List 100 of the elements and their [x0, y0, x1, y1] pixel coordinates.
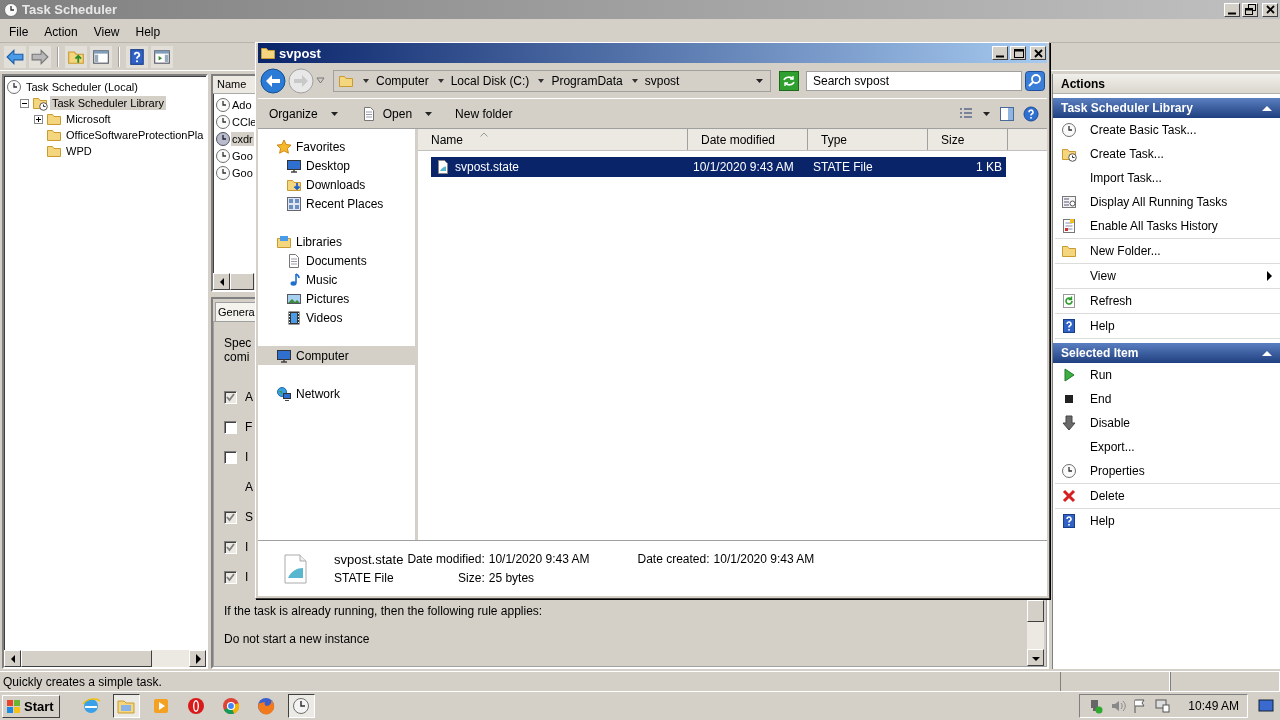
minimize-button[interactable] [1224, 2, 1240, 17]
task-command[interactable]: Import Task... [1055, 166, 1280, 190]
address-bar[interactable]: Computer Local Disk (C:) ProgramData svpost [333, 69, 771, 92]
help-icon[interactable] [126, 45, 148, 68]
column-header[interactable]: Size [928, 129, 1008, 150]
tree-item[interactable]: WPD [64, 144, 94, 158]
panel-icon[interactable] [90, 45, 112, 68]
tree-item[interactable]: Task Scheduler Library [50, 96, 166, 110]
column-header[interactable]: Name [213, 76, 255, 93]
caret-icon[interactable] [982, 109, 991, 118]
tree-item[interactable]: Task Scheduler (Local) [24, 80, 140, 94]
task-command[interactable]: Export... [1055, 435, 1280, 459]
task-command[interactable]: Run [1055, 363, 1280, 387]
search-icon[interactable] [1025, 70, 1045, 91]
scroll-down-button[interactable] [1027, 649, 1044, 666]
checkbox[interactable] [224, 510, 237, 524]
caret-icon[interactable] [755, 76, 764, 85]
checkbox[interactable] [224, 420, 237, 434]
checkbox[interactable] [224, 390, 237, 404]
nav-item[interactable]: Favorites [258, 137, 415, 156]
column-header[interactable]: Type [808, 129, 928, 150]
vertical-scrollbar[interactable] [1027, 600, 1044, 666]
nav-item[interactable]: Pictures [258, 289, 415, 308]
minimize-button[interactable] [992, 46, 1008, 60]
tree-item[interactable]: OfficeSoftwareProtectionPla [64, 128, 206, 142]
chevron-icon[interactable] [436, 76, 445, 85]
scrollbar-thumb[interactable] [230, 273, 254, 290]
close-button[interactable] [1030, 46, 1046, 60]
menu-item[interactable]: Action [38, 23, 84, 41]
section-header[interactable]: Selected Item [1053, 343, 1280, 363]
task-item[interactable]: CCle [231, 114, 258, 129]
task-command[interactable]: Create Task... [1055, 142, 1280, 166]
refresh-icon[interactable] [779, 70, 799, 91]
chevron-icon[interactable] [630, 76, 639, 85]
task-command[interactable]: End [1055, 387, 1280, 411]
expand-box-icon[interactable] [34, 114, 43, 124]
menu-item[interactable]: Help [129, 23, 167, 41]
nav-item[interactable]: Music [258, 270, 415, 289]
help-icon[interactable] [1023, 105, 1039, 122]
scroll-left-button[interactable] [4, 650, 21, 667]
nav-item[interactable]: Libraries [258, 232, 415, 251]
maximize-button[interactable] [1010, 46, 1026, 60]
nav-item[interactable]: Downloads [258, 175, 415, 194]
task-command[interactable]: Help [1055, 314, 1280, 338]
task-item[interactable]: Ado [231, 97, 253, 112]
breadcrumb-item[interactable]: ProgramData [551, 73, 623, 88]
nav-item[interactable]: Recent Places [258, 194, 415, 213]
checkbox[interactable] [224, 570, 237, 584]
nav-item[interactable]: Computer [258, 346, 415, 365]
task-command[interactable]: New Folder... [1055, 239, 1280, 263]
back-arrow-icon[interactable] [4, 45, 26, 68]
taskbar-button[interactable] [112, 694, 140, 718]
forward-arrow-icon[interactable] [29, 45, 51, 68]
toolbar-button[interactable]: New folder [450, 103, 518, 124]
menu-item[interactable]: File [3, 23, 35, 41]
task-command[interactable]: Properties [1055, 459, 1280, 483]
task-command[interactable]: Create Basic Task... [1055, 118, 1280, 142]
collapse-box-icon[interactable] [20, 98, 29, 108]
close-button[interactable] [1262, 2, 1278, 17]
panel-icon[interactable] [151, 45, 173, 68]
toolbar-button[interactable]: Open [355, 102, 439, 125]
nav-item[interactable]: Desktop [258, 156, 415, 175]
task-command[interactable]: Refresh [1055, 289, 1280, 313]
section-header[interactable]: Task Scheduler Library [1053, 98, 1280, 118]
column-header[interactable]: Name [418, 129, 688, 150]
checkbox[interactable] [224, 540, 237, 554]
tab[interactable]: Genera [215, 302, 258, 321]
horizontal-scrollbar[interactable] [4, 650, 206, 667]
scroll-right-button[interactable] [189, 650, 206, 667]
task-item[interactable]: Goo [231, 165, 254, 180]
back-button[interactable] [260, 67, 286, 94]
task-item[interactable]: Goo [231, 148, 254, 163]
start-button[interactable]: Start [2, 694, 60, 718]
chevron-icon[interactable] [537, 76, 546, 85]
breadcrumb-item[interactable]: Local Disk (C:) [450, 73, 530, 88]
scrollbar-thumb[interactable] [1027, 600, 1044, 622]
task-command[interactable]: View [1055, 264, 1280, 288]
task-item[interactable]: cxdr [231, 131, 254, 146]
file-row[interactable]: svpost.state 10/1/2020 9:43 AM STATE File 1 KB [431, 157, 1006, 177]
task-command[interactable]: Help [1055, 509, 1280, 533]
breadcrumb-item[interactable]: Computer [376, 73, 429, 88]
nav-item[interactable]: Documents [258, 251, 415, 270]
column-header[interactable]: Date modified [688, 129, 808, 150]
menu-item[interactable]: View [87, 23, 126, 41]
taskbar-button[interactable] [287, 694, 315, 718]
breadcrumb-item[interactable]: svpost [644, 73, 680, 88]
checkbox[interactable] [224, 450, 237, 464]
scrollbar-thumb[interactable] [21, 650, 153, 667]
chevron-icon[interactable] [362, 76, 370, 85]
task-command[interactable]: Disable [1055, 411, 1280, 435]
nav-item[interactable]: Network [258, 384, 415, 403]
network-icon[interactable] [1088, 698, 1105, 714]
monitor-icon[interactable] [1154, 698, 1171, 714]
task-command[interactable]: Enable All Tasks History [1055, 214, 1280, 238]
search-field[interactable]: Search svpost [806, 70, 1022, 91]
folder-icon[interactable] [65, 45, 87, 68]
tree-item[interactable]: Microsoft [64, 112, 113, 126]
restore-button[interactable] [1242, 2, 1258, 17]
toolbar-button[interactable]: Organize [264, 103, 344, 124]
task-command[interactable]: Display All Running Tasks [1055, 190, 1280, 214]
